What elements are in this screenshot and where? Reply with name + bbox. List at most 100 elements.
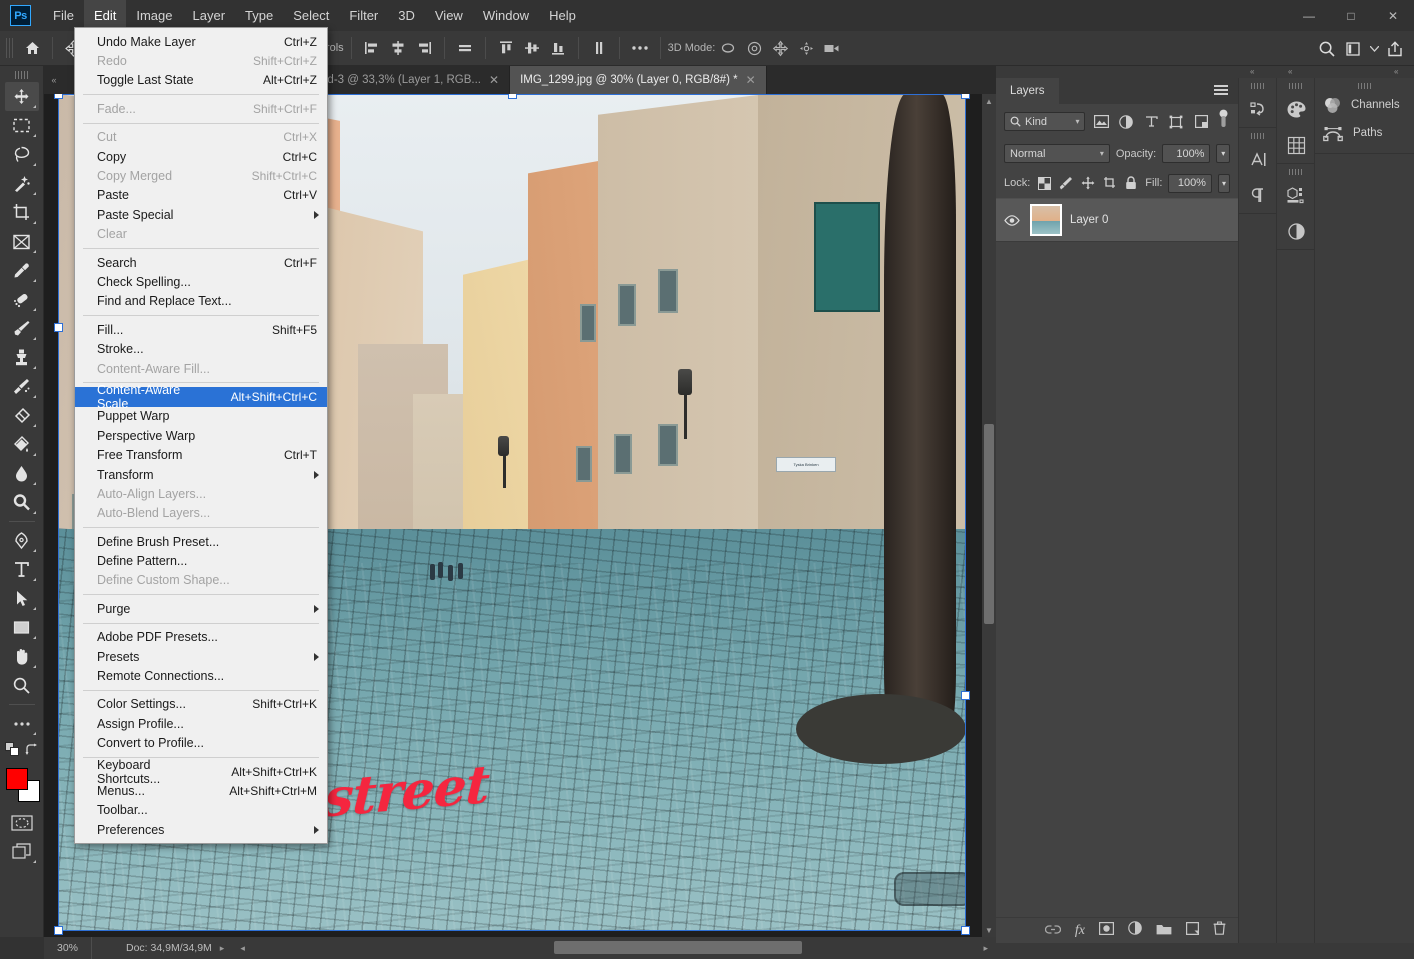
more-options-icon[interactable] xyxy=(627,35,653,61)
magic-wand-tool[interactable] xyxy=(5,169,39,198)
character-icon[interactable] xyxy=(1239,141,1277,177)
edit-toolbar-icon[interactable] xyxy=(5,709,39,738)
swap-colors-icon[interactable] xyxy=(25,743,39,762)
menu-item-perspective-warp[interactable]: Perspective Warp xyxy=(75,426,327,445)
menu-item-stroke[interactable]: Stroke... xyxy=(75,339,327,358)
menu-item-search[interactable]: Search Ctrl+F xyxy=(75,253,327,272)
patterns-grid-icon[interactable] xyxy=(1277,127,1315,163)
path-selection-tool[interactable] xyxy=(5,584,39,613)
hscroll-right-icon[interactable]: ▸ xyxy=(983,943,988,954)
panel-tab-channels[interactable]: Channels xyxy=(1315,91,1414,119)
filter-kind-select[interactable]: Kind ▾ xyxy=(1004,112,1086,131)
options-bar-grip[interactable] xyxy=(6,38,15,58)
home-icon[interactable] xyxy=(19,35,45,61)
dodge-tool[interactable] xyxy=(5,488,39,517)
add-layer-mask-icon[interactable] xyxy=(1099,921,1115,940)
scroll-down-icon[interactable]: ▼ xyxy=(982,923,996,937)
3d-roll-icon[interactable] xyxy=(741,35,767,61)
chevron-down-icon[interactable]: ▾ xyxy=(1094,149,1104,158)
menu-item-define-pattern[interactable]: Define Pattern... xyxy=(75,551,327,570)
menu-item-paste-special[interactable]: Paste Special xyxy=(75,205,327,224)
align-bottom-edges-icon[interactable] xyxy=(545,35,571,61)
dock-grip[interactable] xyxy=(1288,169,1303,175)
align-vertical-centers-icon[interactable] xyxy=(519,35,545,61)
type-tool[interactable] xyxy=(5,555,39,584)
pen-tool[interactable] xyxy=(5,526,39,555)
history-brush-tool[interactable] xyxy=(5,372,39,401)
menu-item-define-brush-preset[interactable]: Define Brush Preset... xyxy=(75,532,327,551)
3d-properties-icon[interactable] xyxy=(1277,177,1315,213)
3d-camera-icon[interactable] xyxy=(819,35,845,61)
default-colors-icon[interactable] xyxy=(4,742,20,762)
layer-style-fx-icon[interactable]: fx xyxy=(1075,923,1085,939)
dock-grip[interactable] xyxy=(1288,83,1303,89)
close-tab-icon[interactable]: ✕ xyxy=(746,73,756,87)
layer-thumbnail[interactable] xyxy=(1030,204,1062,236)
menu-item-presets[interactable]: Presets xyxy=(75,647,327,666)
filter-type-icon[interactable] xyxy=(1142,112,1161,132)
spot-healing-brush-tool[interactable] xyxy=(5,285,39,314)
lock-all-icon[interactable] xyxy=(1123,173,1139,193)
blur-tool[interactable] xyxy=(5,459,39,488)
filter-adjustment-icon[interactable] xyxy=(1117,112,1136,132)
layer-visibility-icon[interactable] xyxy=(1002,214,1022,226)
maximize-button[interactable]: □ xyxy=(1330,0,1372,31)
menu-item-toggle-last-state[interactable]: Toggle Last State Alt+Ctrl+Z xyxy=(75,71,327,90)
filter-smart-object-icon[interactable] xyxy=(1192,112,1211,132)
menu-item-menus[interactable]: Menus... Alt+Shift+Ctrl+M xyxy=(75,781,327,800)
lock-position-icon[interactable] xyxy=(1080,173,1096,193)
panel-menu-icon[interactable] xyxy=(1214,85,1228,96)
zoom-level[interactable]: 30% xyxy=(44,937,92,959)
blend-mode-select[interactable]: Normal ▾ xyxy=(1004,144,1110,163)
adjustments-icon[interactable] xyxy=(1277,213,1315,249)
collapse-dock-1-icon[interactable]: « xyxy=(1250,67,1254,76)
lasso-tool[interactable] xyxy=(5,140,39,169)
dock-grip[interactable] xyxy=(1357,83,1372,89)
history-icon[interactable] xyxy=(1239,91,1277,127)
distribute-icon[interactable] xyxy=(452,35,478,61)
menu-item-color-settings[interactable]: Color Settings... Shift+Ctrl+K xyxy=(75,695,327,714)
hand-tool[interactable] xyxy=(5,642,39,671)
menu-item-fill[interactable]: Fill... Shift+F5 xyxy=(75,320,327,339)
menu-item-purge[interactable]: Purge xyxy=(75,599,327,618)
lock-image-pixels-icon[interactable] xyxy=(1058,173,1074,193)
fill-input[interactable]: 100% xyxy=(1168,173,1212,193)
menu-item-puppet-warp[interactable]: Puppet Warp xyxy=(75,407,327,426)
move-tool[interactable] xyxy=(4,82,39,111)
hscroll-left-icon[interactable]: ◂ xyxy=(240,943,245,954)
lock-transparent-pixels-icon[interactable] xyxy=(1036,173,1052,193)
menu-item-convert-to-profile[interactable]: Convert to Profile... xyxy=(75,734,327,753)
close-button[interactable]: ✕ xyxy=(1372,0,1414,31)
menu-item-undo-make-layer[interactable]: Undo Make Layer Ctrl+Z xyxy=(75,32,327,51)
paragraph-icon[interactable] xyxy=(1239,177,1277,213)
menu-item-find-and-replace-text[interactable]: Find and Replace Text... xyxy=(75,292,327,311)
filter-pixel-icon[interactable] xyxy=(1091,112,1110,132)
new-adjustment-layer-icon[interactable] xyxy=(1128,921,1142,940)
gradient-tool[interactable] xyxy=(5,430,39,459)
tools-panel-grip[interactable] xyxy=(14,71,29,79)
layer-name[interactable]: Layer 0 xyxy=(1070,214,1108,226)
menu-item-copy[interactable]: Copy Ctrl+C xyxy=(75,147,327,166)
menu-item-free-transform[interactable]: Free Transform Ctrl+T xyxy=(75,445,327,464)
color-swatches[interactable] xyxy=(4,766,40,802)
scroll-up-icon[interactable]: ▲ xyxy=(982,94,996,108)
menu-filter[interactable]: Filter xyxy=(339,0,388,31)
menu-item-assign-profile[interactable]: Assign Profile... xyxy=(75,714,327,733)
clone-stamp-tool[interactable] xyxy=(5,343,39,372)
edit-dropdown-menu[interactable]: Undo Make Layer Ctrl+Z Redo Shift+Ctrl+Z Tog… xyxy=(74,27,328,845)
new-group-icon[interactable] xyxy=(1156,922,1172,940)
menu-item-check-spelling[interactable]: Check Spelling... xyxy=(75,272,327,291)
tab-layers[interactable]: Layers xyxy=(996,78,1059,104)
zoom-tool[interactable] xyxy=(5,671,39,700)
close-tab-icon[interactable]: ✕ xyxy=(489,73,499,87)
menu-window[interactable]: Window xyxy=(473,0,539,31)
3d-rotate-icon[interactable] xyxy=(715,35,741,61)
rectangular-marquee-tool[interactable] xyxy=(5,111,39,140)
workspace-switcher-icon[interactable] xyxy=(1340,36,1366,62)
menu-item-paste[interactable]: Paste Ctrl+V xyxy=(75,186,327,205)
new-layer-icon[interactable] xyxy=(1186,921,1199,940)
distribute-vertical-icon[interactable] xyxy=(586,35,612,61)
lock-artboard-nesting-icon[interactable] xyxy=(1102,173,1118,193)
canvas-vertical-scroll-thumb[interactable] xyxy=(984,424,994,624)
document-tab[interactable]: IMG_1299.jpg @ 30% (Layer 0, RGB/8#) * ✕ xyxy=(510,66,767,94)
